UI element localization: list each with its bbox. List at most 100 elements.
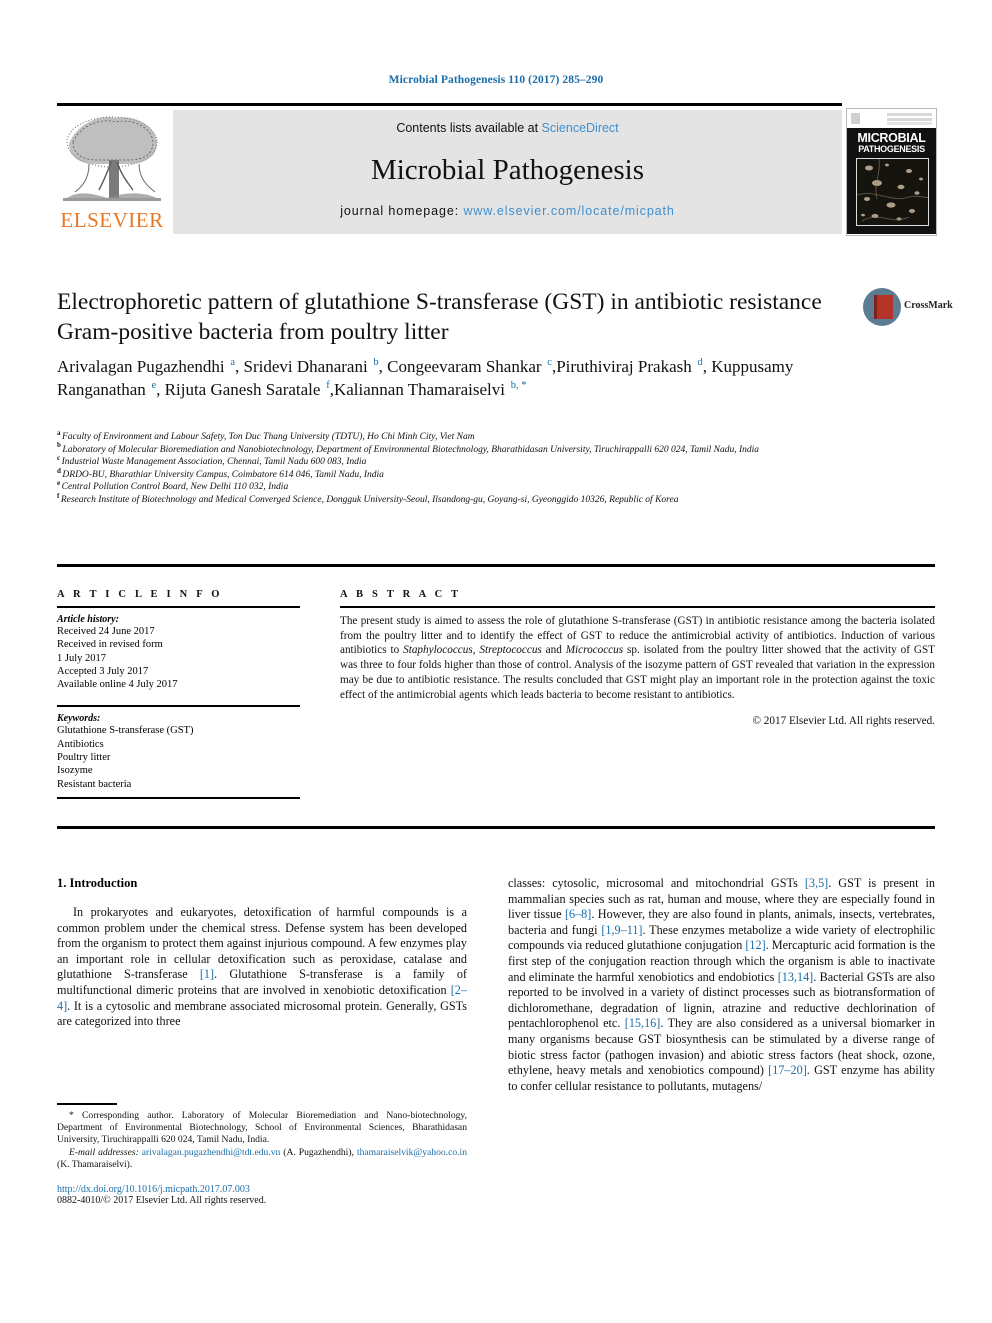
author-name: Arivalagan Pugazhendhi (57, 357, 229, 376)
journal-cover-thumbnail[interactable]: MICROBIAL PATHOGENESIS (846, 108, 937, 236)
abstract-italic-3: Micrococcus (565, 644, 624, 657)
sciencedirect-link[interactable]: ScienceDirect (542, 121, 619, 135)
body-column-right: classes: cytosolic, microsomal and mitoc… (508, 876, 935, 1094)
citation-1[interactable]: [1] (200, 967, 214, 981)
affiliation-list: a Faculty of Environment and Labour Safet… (57, 429, 937, 507)
article-info-rule (57, 606, 300, 608)
keyword-item: Poultry litter (57, 752, 111, 764)
keywords-lines: Glutathione S-transferase (GST) Antibioti… (57, 724, 300, 790)
affiliation-text: Industrial Waste Management Association,… (61, 457, 367, 468)
article-history-item: Received in revised form (57, 639, 163, 651)
article-title: Electrophoretic pattern of glutathione S… (57, 289, 822, 345)
citation-6[interactable]: [12] (745, 938, 765, 952)
keywords-top-rule (57, 705, 300, 708)
article-history-item: Received 24 June 2017 (57, 626, 155, 637)
introduction-paragraph-left: In prokaryotes and eukaryotes, detoxific… (57, 905, 467, 1030)
keyword-item: Glutathione S-transferase (GST) (57, 725, 194, 737)
abstract-italic-2: Streptococcus (479, 644, 542, 657)
title-block: Electrophoretic pattern of glutathione S… (57, 287, 857, 347)
journal-title: Microbial Pathogenesis (370, 154, 645, 186)
email-owner-2: (K. Thamaraiselvi). (57, 1159, 133, 1171)
elsevier-tree-icon (63, 116, 161, 201)
author-name: Piruthiviraj Prakash (556, 357, 696, 376)
affiliation-text: Research Institute of Biotechnology and … (60, 494, 679, 505)
running-head: Microbial Pathogenesis 110 (2017) 285–29… (388, 74, 604, 86)
intro-right-t1: classes: cytosolic, microsomal and mitoc… (508, 876, 805, 890)
affiliation-item: f Research Institute of Biotechnology and… (57, 492, 937, 507)
issn-copyright-line: 0882-4010/© 2017 Elsevier Ltd. All right… (57, 1194, 267, 1206)
journal-homepage-link[interactable]: www.elsevier.com/locate/micpath (463, 204, 674, 218)
cover-top-strip (847, 109, 936, 128)
keyword-item: Antibiotics (57, 738, 104, 750)
keyword-item: Isozyme (57, 765, 93, 777)
keywords-label: Keywords: (57, 713, 101, 725)
email-link-1[interactable]: arivalagan.pugazhendhi@tdt.edu.vn (142, 1147, 281, 1158)
intro-left-t3: . It is a cytosolic and membrane associa… (57, 998, 467, 1029)
abstract-italic-1: Staphylococcus (403, 644, 473, 657)
corresponding-text: Corresponding author. Laboratory of Mole… (57, 1109, 467, 1146)
crossmark-label: CrossMark (904, 300, 953, 311)
cover-masthead-lines (887, 113, 932, 116)
footnote-rule (57, 1103, 117, 1105)
keyword-item: Resistant bacteria (57, 778, 132, 790)
citation-3[interactable]: [3,5] (805, 876, 828, 890)
cover-micrograph-image (856, 158, 929, 226)
introduction-heading: 1. Introduction (57, 876, 138, 890)
crossmark-badge[interactable]: CrossMark (863, 288, 953, 328)
paper-page: Microbial Pathogenesis 110 (2017) 285–29… (0, 0, 992, 1323)
cover-title-line2: PATHOGENESIS (858, 144, 925, 154)
elsevier-logo: ELSEVIER (57, 110, 167, 234)
author-name: Rijuta Ganesh Saratale (164, 379, 325, 399)
email-owner-1: (A. Pugazhendhi), (280, 1146, 357, 1158)
author-separator: , (156, 379, 165, 399)
journal-band: Contents lists available at ScienceDirec… (173, 110, 842, 234)
email-link-2[interactable]: thamaraiselvik@yahoo.co.in (357, 1147, 467, 1158)
article-history-lines: Received 24 June 2017 Received in revised… (57, 625, 300, 691)
author-affiliation-marker: b (373, 357, 379, 369)
body-column-left: 1. Introduction In prokaryotes and eukar… (57, 876, 467, 1030)
email-label: E-mail addresses: (69, 1146, 139, 1158)
citation-8[interactable]: [15,16] (625, 1016, 661, 1030)
affiliation-text: Central Pollution Control Board, New Del… (61, 482, 289, 493)
abstract-rule (340, 606, 935, 608)
homepage-prefix: journal homepage: (340, 204, 464, 218)
keywords-bottom-rule (57, 796, 300, 799)
article-history-item: Accepted 3 July 2017 (57, 665, 149, 677)
affiliation-item: a Faculty of Environment and Labour Safet… (57, 429, 937, 444)
crossmark-book-shape (874, 295, 893, 319)
abstract-copyright: © 2017 Elsevier Ltd. All rights reserved… (752, 715, 936, 728)
citation-9[interactable]: [17–20] (768, 1063, 807, 1077)
affiliation-text: Laboratory of Molecular Bioremediation a… (62, 444, 760, 455)
cover-body: MICROBIAL PATHOGENESIS (847, 128, 936, 234)
citation-4[interactable]: [6–8] (565, 907, 591, 921)
journal-homepage-line: journal homepage: www.elsevier.com/locat… (173, 204, 842, 218)
corresponding-author-note: * Corresponding author. Laboratory of Mo… (57, 1110, 467, 1147)
footnote-block: * Corresponding author. Laboratory of Mo… (57, 1103, 467, 1206)
info-section-top-rule (57, 564, 935, 567)
elsevier-wordmark: ELSEVIER (60, 208, 164, 232)
introduction-paragraph-right: classes: cytosolic, microsomal and mitoc… (508, 876, 935, 1094)
affiliation-item: b Laboratory of Molecular Bioremediation … (57, 442, 937, 457)
doi-link[interactable]: http://dx.doi.org/10.1016/j.micpath.2017… (57, 1184, 467, 1195)
author-name: Congeevaram Shankar (387, 357, 546, 376)
author-name: Sridevi Dhanarani (243, 357, 372, 376)
citation-7[interactable]: [13,14] (778, 970, 814, 984)
crossmark-icon (863, 288, 901, 326)
citation-5[interactable]: [1,9–11] (601, 923, 642, 937)
journal-masthead: ELSEVIER Contents lists available at Sci… (57, 103, 937, 236)
affiliation-text: Faculty of Environment and Labour Safety… (62, 432, 475, 442)
masthead-top-rule (57, 103, 842, 106)
cover-title-line1: MICROBIAL (857, 131, 926, 145)
abstract-text: The present study is aimed to assess the… (340, 614, 935, 702)
article-history-label: Article history: (57, 614, 119, 625)
affiliation-item: c Industrial Waste Management Association… (57, 455, 937, 469)
affiliation-item: d DRDO-BU, Bharathiar University Campus, … (57, 467, 937, 482)
article-history-item: 1 July 2017 (57, 652, 107, 664)
author-affiliation-marker: d (697, 357, 703, 369)
abstract-heading: A B S T R A C T (340, 589, 462, 600)
doi-block: http://dx.doi.org/10.1016/j.micpath.2017… (57, 1184, 467, 1206)
author-name: Kaliannan Thamaraiselvi (333, 379, 510, 399)
affiliation-text: DRDO-BU, Bharathiar University Campus, C… (62, 469, 384, 480)
author-separator: , (235, 357, 244, 376)
